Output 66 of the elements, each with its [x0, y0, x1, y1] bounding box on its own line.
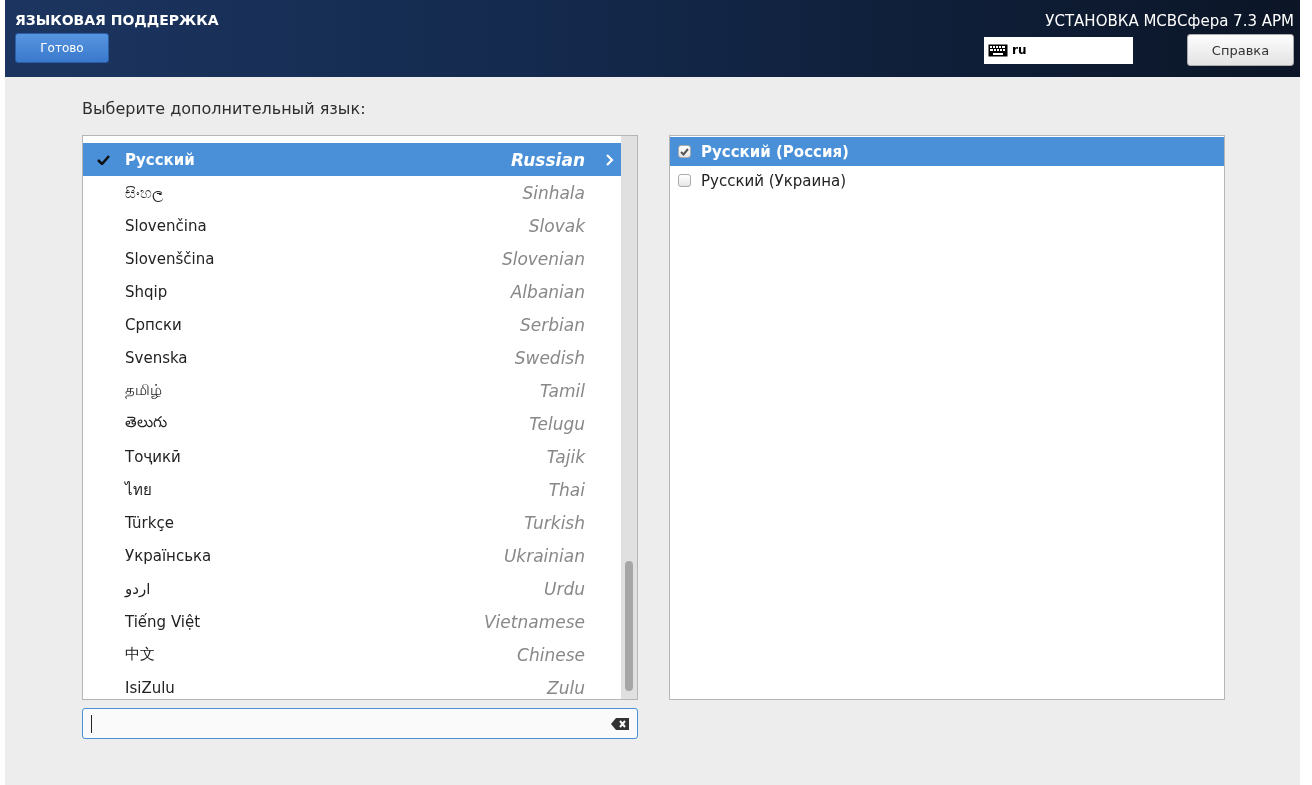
english-language-name: Tajik — [546, 446, 587, 467]
language-row[interactable]: 中文 Chinese — [83, 638, 621, 671]
english-language-name: Zulu — [547, 677, 586, 698]
native-language-name: తెలుగు — [124, 413, 168, 433]
native-language-name: සිංහල — [124, 183, 164, 202]
language-row[interactable]: Тоҷикӣ Tajik — [83, 440, 621, 473]
help-button[interactable]: Справка — [1187, 34, 1294, 66]
language-row[interactable]: Slovenščina Slovenian — [83, 242, 621, 275]
keyboard-layout-indicator[interactable]: ru — [984, 36, 1133, 64]
language-row[interactable]: தமிழ் Tamil — [83, 374, 621, 407]
search-field[interactable] — [82, 708, 638, 739]
native-language-name: ไทย — [123, 479, 153, 501]
english-language-name: Turkish — [524, 512, 586, 533]
language-row[interactable]: Tiếng Việt Vietnamese — [83, 605, 621, 638]
english-language-name: Albanian — [510, 281, 586, 302]
english-language-name: Sinhala — [522, 182, 586, 203]
checkbox[interactable] — [678, 145, 691, 158]
native-language-name: தமிழ் — [124, 380, 163, 401]
language-row[interactable]: Türkçe Turkish — [83, 506, 621, 539]
english-language-name: Telugu — [529, 413, 586, 434]
english-language-name: Ukrainian — [503, 545, 586, 566]
english-language-name: Russian — [511, 149, 586, 170]
native-language-name: Українська — [124, 546, 213, 565]
native-language-name: Slovenščina — [124, 249, 216, 268]
language-row[interactable]: తెలుగు Telugu — [83, 407, 621, 440]
language-row[interactable]: Српски Serbian — [83, 308, 621, 341]
prompt-label: Выберите дополнительный язык: — [82, 99, 367, 120]
language-row[interactable]: Slovenčina Slovak — [83, 209, 621, 242]
english-language-name: Slovenian — [501, 248, 586, 269]
native-language-name: Русский — [124, 150, 196, 169]
language-row[interactable]: Shqip Albanian — [83, 275, 621, 308]
locale-row[interactable]: Русский (Украина) — [670, 166, 1224, 195]
native-language-name: Türkçe — [124, 513, 175, 532]
native-language-name: Slovenčina — [124, 216, 208, 235]
locale-name: Русский (Украина) — [701, 171, 847, 190]
checkbox[interactable] — [678, 174, 691, 187]
chevron-right-icon — [606, 153, 614, 166]
native-language-name: Tiếng Việt — [124, 612, 202, 631]
language-row[interactable]: IsiZulu Zulu — [83, 671, 621, 699]
native-language-name: Српски — [124, 315, 183, 334]
done-button[interactable]: Готово — [15, 33, 109, 63]
english-language-name: Chinese — [517, 644, 586, 665]
language-row[interactable]: සිංහල Sinhala — [83, 176, 621, 209]
language-row[interactable]: ไทย Thai — [83, 473, 621, 506]
native-language-name: Тоҷикӣ — [124, 447, 182, 466]
language-row[interactable]: Svenska Swedish — [83, 341, 621, 374]
scrollbar[interactable] — [621, 136, 637, 699]
locale-name: Русский (Россия) — [701, 142, 849, 161]
scrollbar-thumb[interactable] — [625, 561, 633, 691]
product-title: УСТАНОВКА МСВСфера 7.3 АРМ — [1045, 12, 1294, 30]
english-language-name: Tamil — [539, 380, 586, 401]
english-language-name: Swedish — [514, 347, 586, 368]
english-language-name: Urdu — [544, 578, 586, 599]
language-row[interactable]: Українська Ukrainian — [83, 539, 621, 572]
english-language-name: Slovak — [528, 215, 587, 236]
english-language-name: Thai — [548, 479, 586, 500]
keyboard-icon — [988, 43, 1008, 57]
native-language-name: IsiZulu — [124, 678, 176, 697]
native-language-name: اردو — [123, 579, 152, 598]
native-language-name: Shqip — [124, 282, 169, 301]
native-language-name: 中文 — [124, 645, 156, 664]
native-language-name: Svenska — [124, 348, 189, 367]
clear-icon[interactable] — [611, 717, 629, 730]
screen-title: ЯЗЫКОВАЯ ПОДДЕРЖКА — [15, 12, 219, 28]
english-language-name: Vietnamese — [484, 611, 586, 632]
english-language-name: Serbian — [520, 314, 586, 335]
